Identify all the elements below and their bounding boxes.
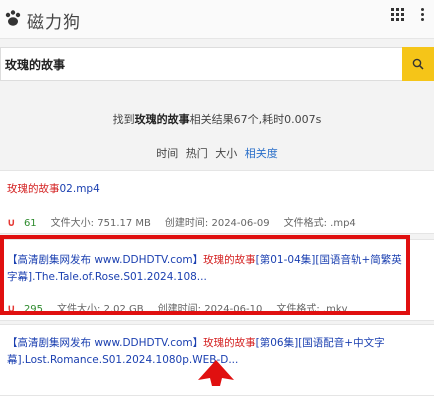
annotation-arrow-icon: [198, 360, 234, 386]
seed-count: 295: [23, 304, 44, 315]
sort-options: 时间 热门 大小 相关度: [0, 145, 434, 161]
app-title[interactable]: 磁力狗: [27, 8, 81, 33]
sort-hot[interactable]: 热门: [186, 147, 208, 160]
result-item: 【高清剧集网发布 www.DDHDTV.com】玫瑰的故事[第01-04集][国…: [0, 239, 434, 321]
size-label: 文件大小:: [57, 304, 101, 315]
format-value: .mkv: [322, 304, 348, 315]
title-prefix: 【高清剧集网发布 www.DDHDTV.com】: [7, 254, 204, 266]
size-field: 文件大小: 2.02 GB: [57, 304, 144, 315]
title-keyword: 玫瑰的故事: [203, 337, 256, 349]
format-field: 文件格式: .mkv: [276, 304, 347, 315]
sort-time[interactable]: 时间: [156, 147, 178, 160]
result-summary: 找到玫瑰的故事相关结果67个,耗时0.007s: [0, 111, 434, 127]
created-field: 创建时间: 2024-06-10: [158, 304, 263, 315]
result-meta: ∪ 61 文件大小: 751.17 MB 创建时间: 2024-06-09 文件格式: …: [7, 214, 356, 229]
sort-size[interactable]: 大小: [215, 147, 237, 160]
format-value: .mp4: [330, 218, 356, 229]
magnet-icon[interactable]: ∪: [7, 216, 16, 229]
sort-relevance[interactable]: 相关度: [245, 147, 278, 160]
format-label: 文件格式:: [283, 218, 327, 229]
result-title-link[interactable]: 【高清剧集网发布 www.DDHDTV.com】玫瑰的故事[第01-04集][国…: [7, 252, 407, 286]
format-field: 文件格式: .mp4: [284, 218, 356, 229]
size-value: 751.17 MB: [97, 218, 151, 229]
summary-prefix: 找到: [112, 113, 135, 126]
search-input[interactable]: [0, 47, 402, 81]
created-label: 创建时间:: [164, 218, 209, 229]
result-item: 玫瑰的故事02.mp4 ∪ 61 文件大小: 751.17 MB 创建时间: 2024…: [0, 170, 434, 234]
created-label: 创建时间:: [157, 304, 202, 315]
summary-keyword: 玫瑰的故事: [134, 113, 190, 126]
more-menu-icon[interactable]: [420, 6, 426, 24]
title-keyword: 玫瑰的故事: [7, 183, 60, 195]
result-meta: ∪ 295 文件大小: 2.02 GB 创建时间: 2024-06-10 文件格式: .…: [7, 300, 348, 315]
title-rest: 02.mp4: [59, 183, 100, 195]
created-value: 2024-06-10: [204, 304, 263, 315]
magnet-icon[interactable]: ∪: [7, 302, 16, 315]
seed-count: 61: [23, 218, 37, 229]
format-label: 文件格式:: [276, 304, 320, 315]
search-bar: [0, 47, 434, 81]
search-icon: [412, 58, 424, 70]
title-prefix: 【高清剧集网发布 www.DDHDTV.com】: [7, 337, 204, 349]
created-field: 创建时间: 2024-06-09: [165, 218, 270, 229]
title-keyword: 玫瑰的故事: [203, 254, 256, 266]
search-button[interactable]: [402, 47, 434, 81]
paw-logo-icon[interactable]: [4, 9, 22, 27]
result-title-link[interactable]: 玫瑰的故事02.mp4: [7, 181, 100, 198]
size-label: 文件大小:: [50, 218, 95, 229]
size-value: 2.02 GB: [103, 304, 144, 315]
created-value: 2024-06-09: [211, 218, 270, 229]
apps-grid-icon[interactable]: [391, 8, 405, 22]
top-bar: 磁力狗: [0, 0, 434, 39]
size-field: 文件大小: 751.17 MB: [51, 218, 151, 229]
summary-suffix: 相关结果67个,耗时0.007s: [189, 113, 322, 126]
